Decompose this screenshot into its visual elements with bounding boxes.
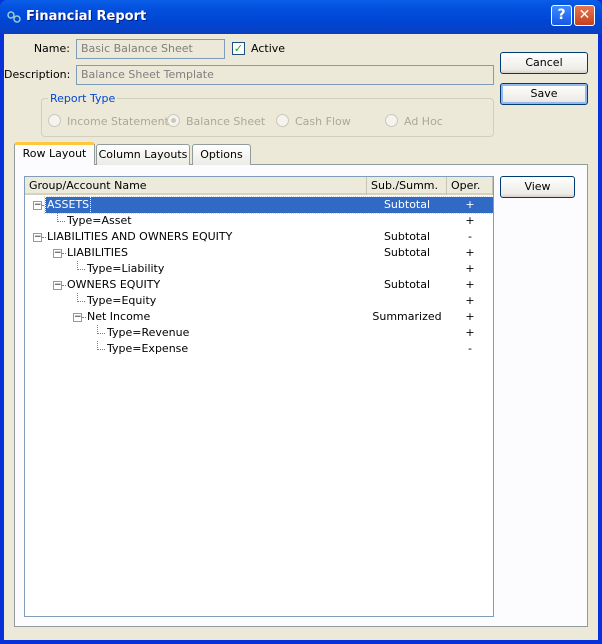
tree-connector	[97, 333, 105, 334]
table-row[interactable]: − OWNERS EQUITY Subtotal +	[25, 277, 493, 293]
row-oper: -	[468, 230, 472, 243]
table-row[interactable]: Type=Revenue +	[25, 325, 493, 341]
row-oper: +	[465, 278, 475, 291]
ad-hoc-label: Ad Hoc	[404, 115, 443, 128]
row-oper: +	[465, 326, 475, 339]
table-header: Group/Account Name Sub./Summ. Oper.	[25, 177, 493, 195]
view-button[interactable]: View	[500, 176, 575, 198]
table-row[interactable]: − LIABILITIES Subtotal +	[25, 245, 493, 261]
table-row[interactable]: Type=Liability +	[25, 261, 493, 277]
collapse-icon[interactable]: −	[73, 313, 82, 322]
row-summ: Summarized	[372, 310, 442, 323]
row-name: Net Income	[87, 310, 151, 323]
description-field[interactable]: Balance Sheet Template	[76, 65, 494, 85]
tree-connector	[97, 349, 105, 350]
table-row[interactable]: Type=Asset +	[25, 213, 493, 229]
income-statement-radio[interactable]	[48, 114, 61, 127]
close-button[interactable]: ✕	[574, 5, 595, 26]
column-header-name[interactable]: Group/Account Name	[25, 177, 367, 195]
collapse-icon[interactable]: −	[53, 281, 62, 290]
collapse-icon[interactable]: −	[53, 249, 62, 258]
tree-connector	[77, 269, 85, 270]
row-oper: +	[465, 262, 475, 275]
help-button[interactable]: ?	[551, 5, 572, 26]
description-label: Description:	[4, 68, 71, 81]
row-name: LIABILITIES AND OWNERS EQUITY	[47, 230, 233, 243]
tab-options[interactable]: Options	[192, 144, 251, 165]
row-name: Type=Revenue	[107, 326, 190, 339]
cash-flow-radio[interactable]	[276, 114, 289, 127]
row-name: OWNERS EQUITY	[67, 278, 161, 291]
cash-flow-label: Cash Flow	[295, 115, 351, 128]
report-type-legend: Report Type	[48, 92, 118, 105]
table-row[interactable]: Type=Equity +	[25, 293, 493, 309]
collapse-icon[interactable]: −	[33, 233, 42, 242]
tree-connector	[77, 301, 85, 302]
row-oper: -	[468, 342, 472, 355]
row-oper: +	[465, 310, 475, 323]
active-checkbox[interactable]: ✓	[232, 42, 245, 55]
row-name: ASSETS	[44, 196, 92, 214]
balance-sheet-radio[interactable]	[167, 114, 180, 127]
active-label: Active	[251, 42, 286, 55]
column-header-oper[interactable]: Oper.	[447, 177, 493, 195]
column-header-summ[interactable]: Sub./Summ.	[367, 177, 447, 195]
row-name: Type=Equity	[87, 294, 157, 307]
row-summ: Subtotal	[383, 230, 431, 243]
row-oper: +	[465, 198, 475, 211]
name-field[interactable]: Basic Balance Sheet	[76, 39, 225, 59]
ad-hoc-radio[interactable]	[385, 114, 398, 127]
table-row[interactable]: − LIABILITIES AND OWNERS EQUITY Subtotal -	[25, 229, 493, 245]
window-title: Financial Report	[26, 9, 147, 24]
row-summ: Subtotal	[383, 198, 431, 211]
name-label: Name:	[33, 42, 70, 55]
table-row[interactable]: − ASSETS Subtotal +	[25, 196, 493, 214]
row-oper: +	[465, 294, 475, 307]
tab-column-layouts[interactable]: Column Layouts	[96, 144, 190, 165]
row-name: Type=Expense	[107, 342, 189, 355]
cancel-button[interactable]: Cancel	[500, 52, 588, 74]
row-summ: Subtotal	[383, 278, 431, 291]
row-name: Type=Liability	[87, 262, 165, 275]
app-gears-icon	[7, 11, 21, 23]
row-name: Type=Asset	[67, 214, 132, 227]
row-oper: +	[465, 214, 475, 227]
tab-row-layout[interactable]: Row Layout	[14, 142, 95, 165]
row-summ: Subtotal	[383, 246, 431, 259]
tree-connector	[57, 221, 65, 222]
row-oper: +	[465, 246, 475, 259]
collapse-icon[interactable]: −	[33, 201, 42, 210]
row-layout-tree-table[interactable]: Group/Account Name Sub./Summ. Oper. − ASS…	[24, 176, 494, 617]
title-bar[interactable]: Financial Report ? ✕	[0, 0, 602, 34]
row-name: LIABILITIES	[67, 246, 128, 259]
save-button[interactable]: Save	[500, 83, 588, 105]
table-row[interactable]: − Net Income Summarized +	[25, 309, 493, 325]
income-statement-label: Income Statement	[67, 115, 169, 128]
balance-sheet-label: Balance Sheet	[186, 115, 266, 128]
table-row[interactable]: Type=Expense -	[25, 341, 493, 357]
